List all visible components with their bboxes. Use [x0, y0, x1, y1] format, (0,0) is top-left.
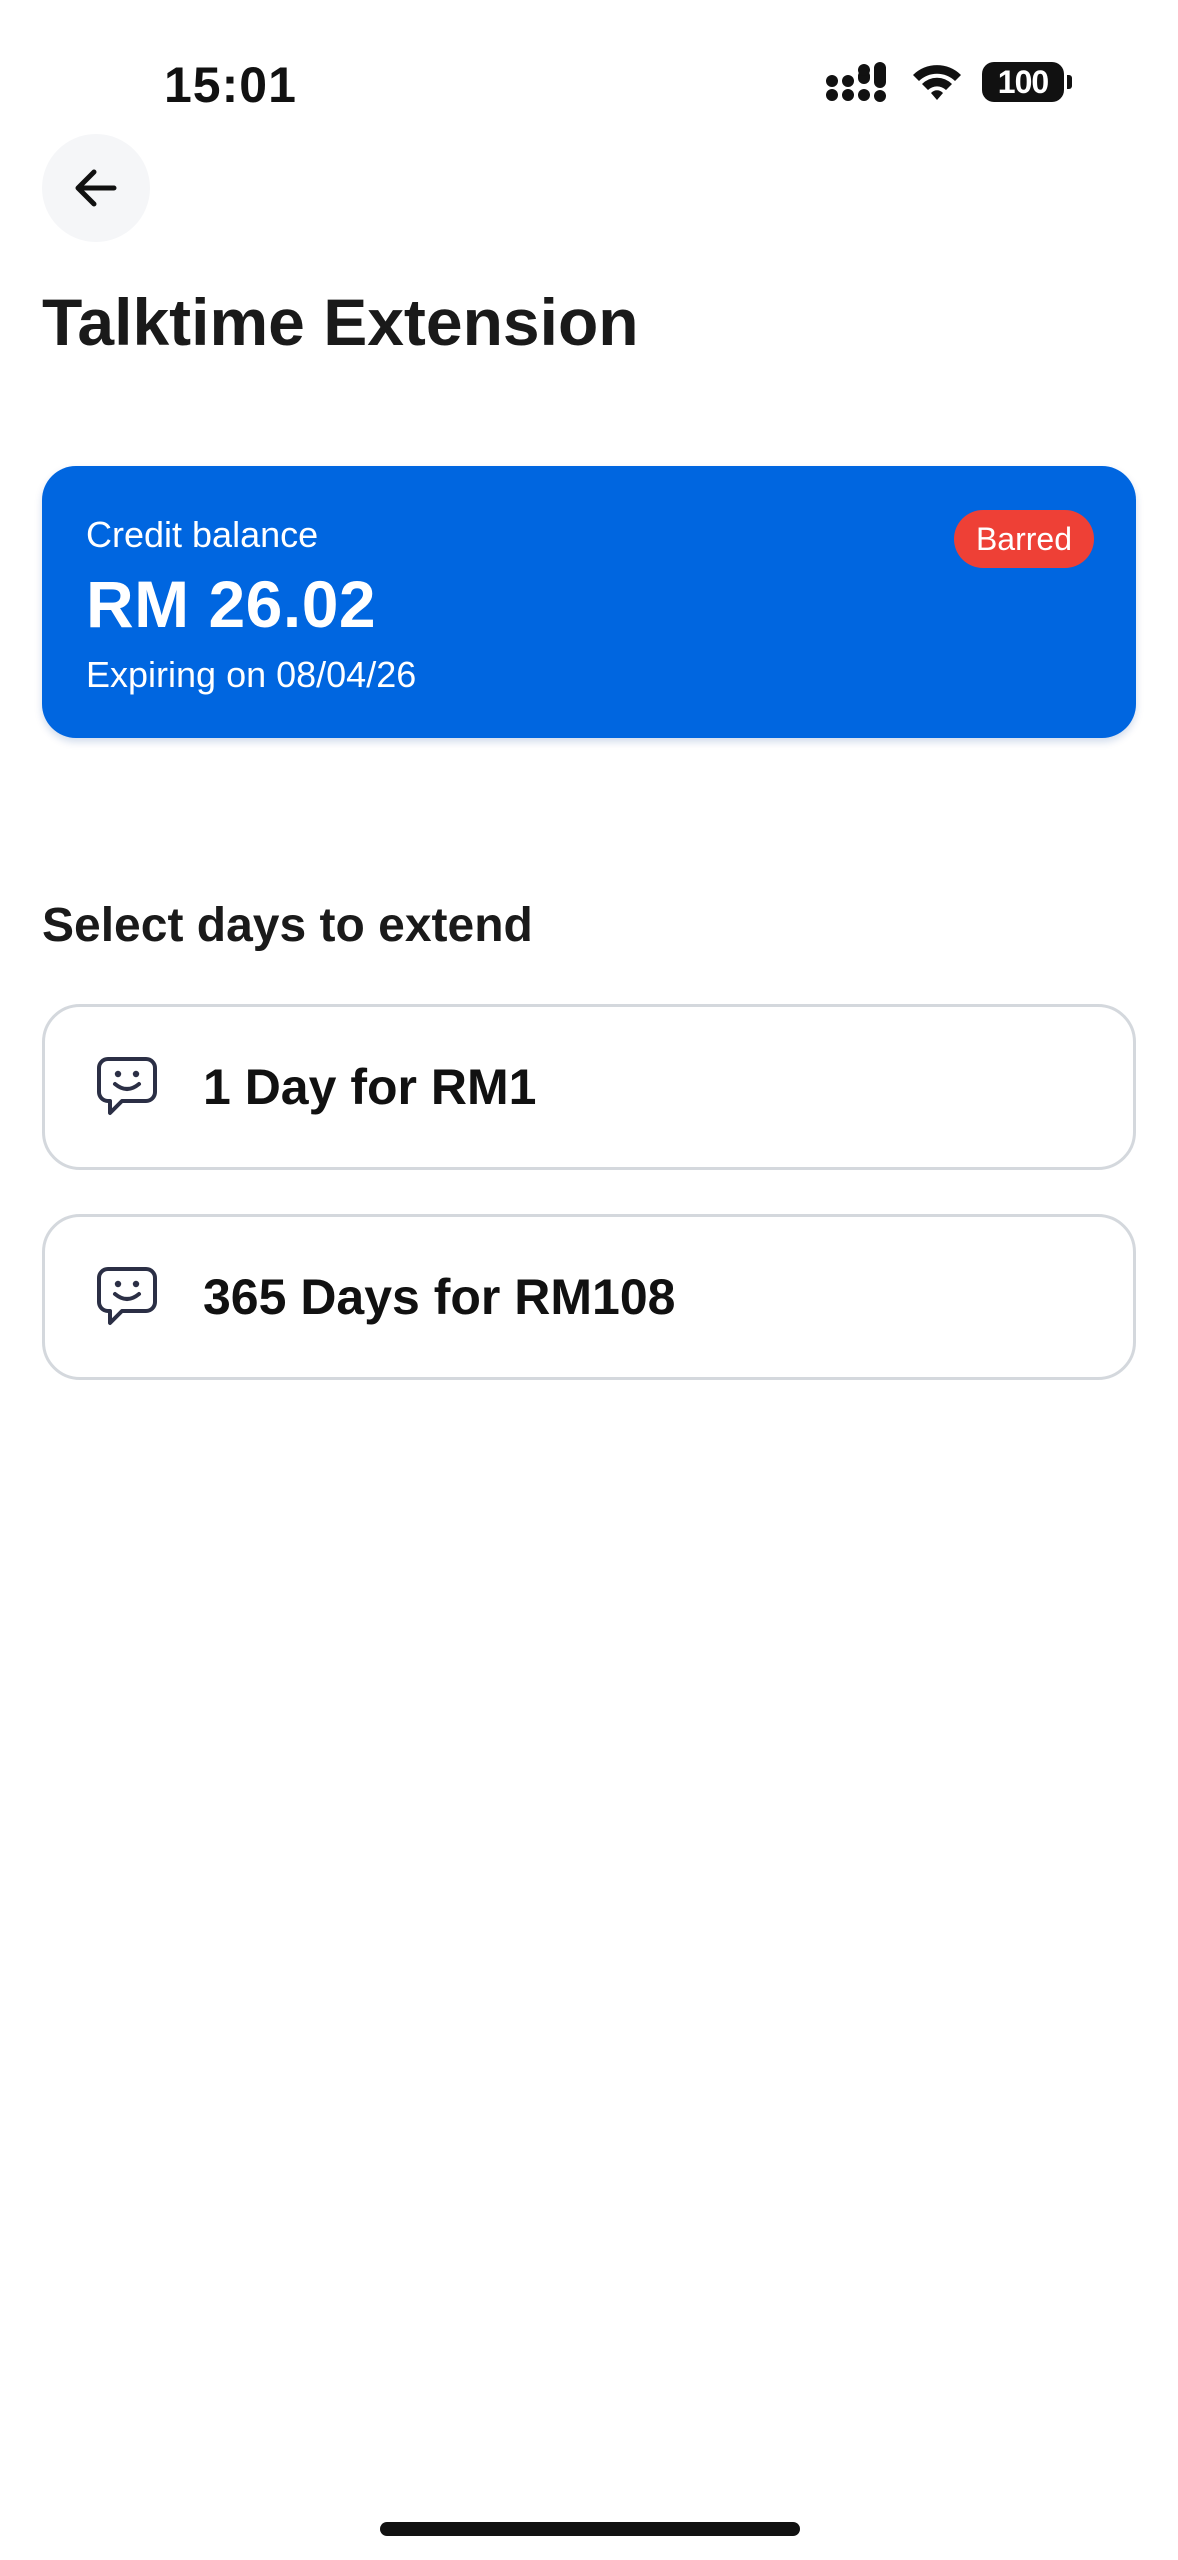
credit-balance-label: Credit balance [86, 514, 319, 555]
extension-option-1-day[interactable]: 1 Day for RM1 [42, 1004, 1136, 1170]
arrow-left-icon [75, 169, 117, 207]
credit-balance-card: Credit balance RM 26.02 Expiring on 08/0… [42, 466, 1136, 738]
battery-icon: 100 [982, 62, 1072, 102]
status-bar: 15:01 100 [0, 0, 1178, 140]
signal-icon [826, 62, 886, 102]
status-badge: Barred [953, 510, 1094, 568]
page-title: Talktime Extension [42, 285, 639, 359]
back-button[interactable] [42, 134, 150, 242]
section-title: Select days to extend [42, 899, 533, 952]
extension-option-list: 1 Day for RM1 365 Days for RM108 [42, 1004, 1136, 1424]
credit-expiry-date: Expiring on 08/04/26 [86, 654, 417, 695]
battery-tip [1067, 75, 1072, 89]
extension-option-365-days[interactable]: 365 Days for RM108 [42, 1214, 1136, 1380]
wifi-icon [913, 65, 961, 100]
extension-option-label: 1 Day for RM1 [203, 1059, 537, 1115]
smiley-chat-icon [93, 1053, 161, 1121]
status-icons: 100 [826, 62, 1072, 102]
home-indicator[interactable] [380, 2522, 800, 2536]
smiley-chat-icon [93, 1263, 161, 1331]
credit-balance-amount: RM 26.02 [86, 567, 377, 641]
extension-option-label: 365 Days for RM108 [203, 1269, 676, 1325]
battery-level: 100 [982, 62, 1064, 102]
status-time: 15:01 [164, 57, 297, 113]
